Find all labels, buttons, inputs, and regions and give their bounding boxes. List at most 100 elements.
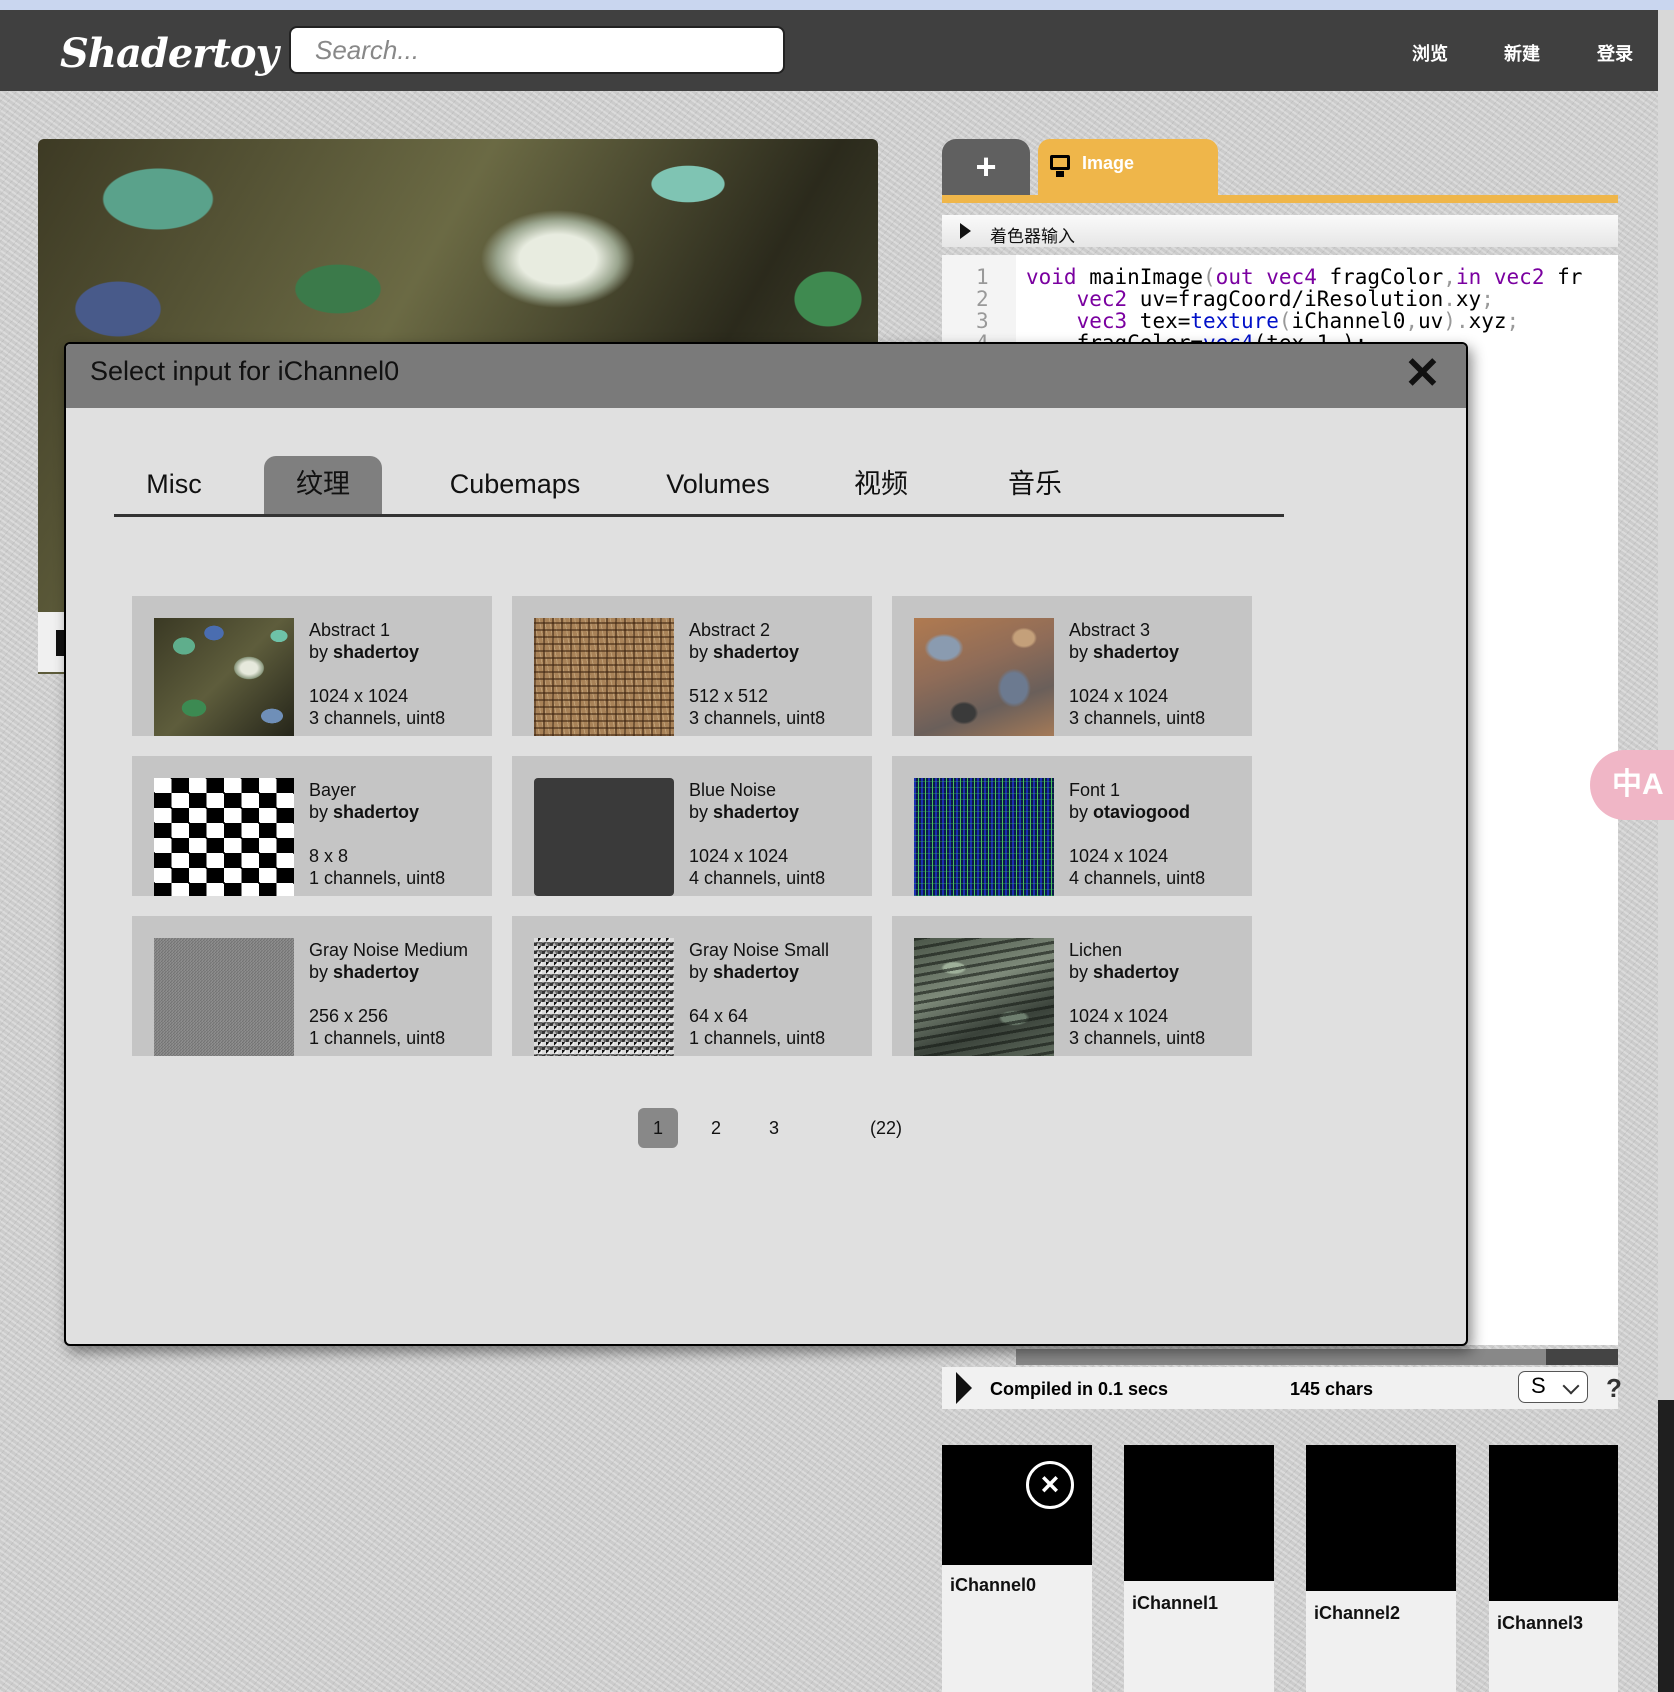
ichannel0-thumbnail[interactable] [942,1445,1092,1565]
texture-thumbnail [914,778,1054,896]
add-pass-tab[interactable]: + [942,139,1030,195]
texture-resolution: 1024 x 1024 [1069,846,1169,866]
texture-resolution: 512 x 512 [689,686,769,706]
code-hscrollbar[interactable] [1016,1349,1618,1365]
page-3-button[interactable]: 3 [754,1108,794,1148]
ichannel3-label: iChannel3 [1497,1613,1584,1633]
tab-cubemaps[interactable]: Cubemaps [440,456,590,514]
translate-floating-button[interactable]: 中A [1590,750,1674,820]
nav-signin-link[interactable]: 登录 [1597,40,1633,66]
shader-inputs-toggle[interactable]: 着色器输入 [942,215,1618,247]
texture-title: Blue Noise [689,780,777,800]
pause-icon[interactable] [56,630,64,656]
texture-title: Gray Noise Medium [309,940,469,960]
texture-card-lichen[interactable]: Lichen by shadertoy 1024 x 1024 3 channe… [892,916,1252,1056]
texture-card-gray-noise-small[interactable]: Gray Noise Small by shadertoy 64 x 64 1 … [512,916,872,1056]
ichannel1-label: iChannel1 [1132,1593,1219,1613]
input-category-tabs: Misc 纹理 Cubemaps Volumes 视频 音乐 [114,456,1284,517]
author-name: shadertoy [333,642,420,662]
texture-card-abstract-1[interactable]: Abstract 1 by shadertoy 1024 x 1024 3 ch… [132,596,492,736]
texture-card-abstract-3[interactable]: Abstract 3 by shadertoy 1024 x 1024 3 ch… [892,596,1252,736]
browser-top-strip [0,0,1674,10]
texture-thumbnail [534,778,674,896]
tab-volumes[interactable]: Volumes [650,456,786,514]
font-size-select-value: S [1531,1373,1546,1398]
texture-card-bayer[interactable]: Bayer by shadertoy 8 x 8 1 channels, uin… [132,756,492,896]
ichannel3-thumbnail[interactable] [1489,1445,1618,1601]
texture-author: by shadertoy [689,802,799,823]
expand-triangle-icon [960,223,971,239]
nav-browse-link[interactable]: 浏览 [1412,40,1448,66]
help-button[interactable]: ? [1606,1373,1622,1404]
tab-underline [942,195,1618,203]
texture-channels: 3 channels, uint8 [689,708,826,728]
ichannel3-slot[interactable]: iChannel3 [1489,1445,1618,1692]
texture-thumbnail [914,618,1054,736]
page-2-button[interactable]: 2 [696,1108,736,1148]
close-icon[interactable]: ✕ [1404,350,1441,398]
texture-thumbnail [914,938,1054,1056]
code-line: void mainImage(out vec4 fragColor,in vec… [1026,265,1583,289]
texture-channels: 4 channels, uint8 [689,868,826,888]
author-name: otaviogood [1093,802,1191,822]
texture-channels: 3 channels, uint8 [1069,708,1206,728]
nav-new-link[interactable]: 新建 [1504,40,1540,66]
texture-author: by shadertoy [689,642,799,663]
monitor-icon [1050,155,1070,177]
texture-thumbnail [154,778,294,896]
search-input[interactable] [289,26,785,74]
tab-textures[interactable]: 纹理 [264,456,382,514]
texture-author: by otaviogood [1069,802,1190,823]
page-count: (22) [869,1118,902,1138]
shadertoy-logo[interactable]: Shadertoy [60,30,279,77]
texture-card-gray-noise-medium[interactable]: Gray Noise Medium by shadertoy 256 x 256… [132,916,492,1056]
texture-channels: 3 channels, uint8 [1069,1028,1206,1048]
font-size-select[interactable]: S [1518,1371,1588,1403]
by-prefix: by [689,962,714,982]
texture-channels: 1 channels, uint8 [309,1028,446,1048]
tab-video[interactable]: 视频 [834,456,928,514]
remove-channel-icon[interactable]: × [1026,1461,1074,1509]
by-prefix: by [1069,962,1094,982]
texture-card-blue-noise[interactable]: Blue Noise by shadertoy 1024 x 1024 4 ch… [512,756,872,896]
texture-channels: 4 channels, uint8 [1069,868,1206,888]
texture-author: by shadertoy [309,962,419,983]
ichannel1-thumbnail[interactable] [1124,1445,1274,1581]
site-header: Shadertoy 浏览 新建 登录 [0,10,1658,91]
compile-play-icon[interactable] [956,1372,972,1404]
texture-title: Abstract 3 [1069,620,1151,640]
by-prefix: by [309,802,334,822]
page-1-button[interactable]: 1 [638,1108,678,1148]
compile-status-bar: Compiled in 0.1 secs 145 chars S ? [942,1367,1622,1409]
code-line: vec2 uv=fragCoord/iResolution.xy; [1076,287,1494,311]
code-hscrollbar-thumb[interactable] [1546,1349,1618,1365]
author-name: shadertoy [713,802,800,822]
texture-thumbnail [534,618,674,736]
page-scrollbar[interactable] [1658,10,1674,1692]
ichannel0-slot[interactable]: × iChannel0 [942,1445,1092,1692]
by-prefix: by [309,642,334,662]
texture-resolution: 256 x 256 [309,1006,389,1026]
texture-author: by shadertoy [1069,962,1179,983]
texture-title: Abstract 1 [309,620,391,640]
texture-title: Gray Noise Small [689,940,830,960]
dialog-title-bar: Select input for iChannel0 ✕ [66,344,1466,408]
author-name: shadertoy [333,962,420,982]
tab-image[interactable]: Image [1038,139,1218,195]
ichannel2-slot[interactable]: iChannel2 [1306,1445,1456,1692]
texture-author: by shadertoy [309,802,419,823]
texture-title: Abstract 2 [689,620,771,640]
tab-misc[interactable]: Misc [128,456,220,514]
page-scrollbar-thumb[interactable] [1658,10,1674,1400]
texture-card-font-1[interactable]: Font 1 by otaviogood 1024 x 1024 4 chann… [892,756,1252,896]
texture-card-abstract-2[interactable]: Abstract 2 by shadertoy 512 x 512 3 chan… [512,596,872,736]
ichannel2-thumbnail[interactable] [1306,1445,1456,1591]
author-name: shadertoy [713,962,800,982]
texture-channels: 1 channels, uint8 [309,868,446,888]
code-line: vec3 tex=texture(iChannel0,uv).xyz; [1076,309,1520,333]
tab-music[interactable]: 音乐 [988,456,1082,514]
chevron-down-icon [1562,1377,1580,1395]
ichannel0-label: iChannel0 [950,1575,1037,1595]
ichannel1-slot[interactable]: iChannel1 [1124,1445,1274,1692]
author-name: shadertoy [713,642,800,662]
